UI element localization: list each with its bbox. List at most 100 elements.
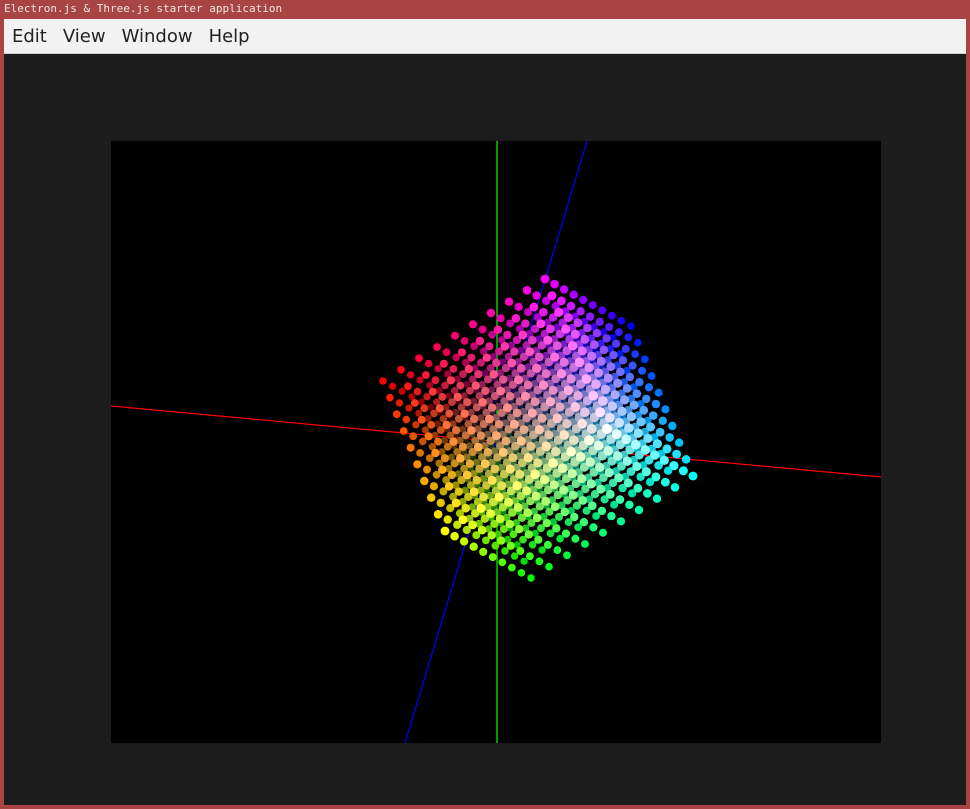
cube-point <box>638 366 647 375</box>
cube-point <box>616 367 625 377</box>
cube-point <box>523 380 533 390</box>
cube-point <box>569 290 578 299</box>
app-content <box>4 54 966 805</box>
cube-point <box>579 518 589 527</box>
menu-view[interactable]: View <box>55 19 114 54</box>
cube-point <box>554 307 564 317</box>
cube-point <box>409 432 418 441</box>
cube-point <box>651 472 661 482</box>
cube-point <box>410 399 419 407</box>
cube-point <box>524 530 533 539</box>
cube-point <box>395 399 404 407</box>
cube-point <box>595 317 604 326</box>
cube-point <box>404 382 412 391</box>
cube-point <box>540 274 550 284</box>
cube-point <box>413 387 422 396</box>
cube-point <box>424 415 432 423</box>
cube-point <box>633 483 643 493</box>
cube-point <box>442 348 451 357</box>
cube-point <box>541 441 551 452</box>
cube-point <box>636 417 646 427</box>
cube-point <box>580 334 590 344</box>
cube-point <box>552 341 562 351</box>
cube-point <box>642 394 651 404</box>
cube-point <box>547 291 557 301</box>
cube-point <box>420 404 429 413</box>
cube-point <box>501 436 511 446</box>
cube-point <box>605 323 614 331</box>
cube-point <box>420 476 429 486</box>
cube-point <box>503 330 512 340</box>
cube-point <box>417 415 426 424</box>
cube-point <box>520 391 530 401</box>
cube-point <box>424 359 433 368</box>
cube-point <box>678 466 688 476</box>
cube-point <box>512 481 522 491</box>
cube-point <box>535 557 544 566</box>
cube-point <box>614 417 625 428</box>
cube-point <box>504 297 514 306</box>
cube-point <box>537 413 547 423</box>
cube-point <box>665 433 674 442</box>
cube-point <box>612 339 621 348</box>
cube-point <box>539 474 550 485</box>
cube-point <box>655 427 665 437</box>
cube-point <box>587 351 597 361</box>
cube-point <box>650 450 660 460</box>
menu-window[interactable]: Window <box>114 19 201 54</box>
cube-point <box>480 459 490 469</box>
cube-point <box>566 374 576 384</box>
cube-point <box>669 461 679 471</box>
menu-help[interactable]: Help <box>201 19 258 54</box>
cube-point <box>416 449 424 457</box>
cube-point <box>585 312 595 321</box>
cube-point <box>625 372 635 382</box>
cube-point <box>681 455 691 464</box>
menu-edit[interactable]: Edit <box>4 19 55 54</box>
cube-point <box>585 457 595 467</box>
menu-bar: Edit View Window Help <box>4 19 966 54</box>
cube-point <box>440 526 450 536</box>
cube-point <box>538 546 546 554</box>
cube-point <box>447 470 457 480</box>
cube-point <box>589 523 598 532</box>
cube-point <box>412 421 420 429</box>
cube-point <box>542 518 551 528</box>
cube-point <box>456 454 465 463</box>
cube-point <box>422 371 430 379</box>
cube-point <box>462 470 472 480</box>
cube-point <box>538 380 548 390</box>
cube-point <box>508 453 518 463</box>
cube-point <box>440 454 450 463</box>
cube-point <box>617 406 627 416</box>
cube-point <box>458 515 468 525</box>
cube-point <box>634 505 644 515</box>
cube-point <box>622 384 632 393</box>
cube-point <box>469 487 479 497</box>
cube-point <box>489 370 499 379</box>
cube-point <box>549 480 559 490</box>
cube-point <box>593 440 604 451</box>
cube-point <box>415 409 423 417</box>
cube-point <box>534 535 543 544</box>
cube-point <box>530 397 540 407</box>
cube-point <box>560 507 570 517</box>
cube-point <box>611 429 622 440</box>
cube-point <box>548 385 558 395</box>
cube-point <box>495 514 505 524</box>
cube-point <box>609 350 618 360</box>
cube-point <box>581 374 592 384</box>
cube-point <box>610 390 620 400</box>
threejs-canvas[interactable] <box>111 141 881 743</box>
cube-point <box>570 329 580 339</box>
cube-point <box>557 463 568 474</box>
cube-point <box>566 446 576 457</box>
cube-point <box>431 376 440 385</box>
cube-point <box>497 536 506 545</box>
cube-point <box>402 415 411 424</box>
cube-point <box>614 328 623 337</box>
cube-point <box>595 407 606 418</box>
cube-point <box>482 353 491 362</box>
cube-point <box>604 412 615 423</box>
cube-point <box>652 439 663 449</box>
